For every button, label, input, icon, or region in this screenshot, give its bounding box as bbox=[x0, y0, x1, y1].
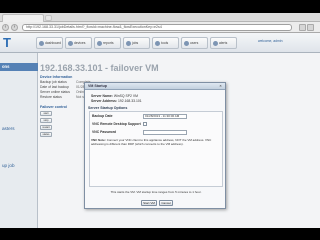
nav-reports[interactable]: reports bbox=[94, 37, 121, 49]
page-title: 192.168.33.101 - failover VM bbox=[40, 63, 159, 73]
main-nav: dashboard devices reports jobs tools use… bbox=[36, 37, 237, 49]
startup-time-note: This starts the VM. VM startup time rang… bbox=[110, 190, 202, 194]
vnc-note: VNC Note: Connect your VNC client to thi… bbox=[91, 138, 212, 146]
devices-icon bbox=[68, 40, 73, 46]
backup-date-label: Backup Date bbox=[92, 114, 113, 118]
nav-jobs[interactable]: jobs bbox=[123, 37, 150, 49]
stop-button[interactable]: stop bbox=[40, 118, 52, 123]
dialog-title: VM Startup bbox=[88, 84, 107, 88]
server-name-row: Server Name: WinSQ SP2 VM bbox=[91, 94, 138, 98]
start-button[interactable]: start bbox=[40, 111, 52, 116]
back-icon[interactable]: ‹ bbox=[2, 24, 9, 31]
users-icon bbox=[184, 40, 189, 46]
app-header: T dashboard devices reports jobs tools u… bbox=[0, 33, 320, 53]
status-button[interactable]: status bbox=[40, 132, 52, 137]
failover-control-heading: Failover control bbox=[40, 105, 67, 109]
sidebar-item-backup-job[interactable]: up job bbox=[2, 163, 15, 168]
start-vm-button[interactable]: Start VM bbox=[141, 200, 157, 206]
dashboard-icon bbox=[39, 40, 44, 46]
vm-startup-dialog: VM Startup × Server Name: WinSQ SP2 VM S… bbox=[84, 82, 226, 209]
new-tab-button[interactable] bbox=[45, 15, 52, 21]
browser-tab[interactable] bbox=[2, 14, 44, 22]
startup-options-heading: Server Startup Options bbox=[88, 106, 128, 110]
server-address-row: Server Address: 192.168.33.101 bbox=[91, 99, 142, 103]
wrench-icon[interactable] bbox=[307, 24, 314, 31]
reports-icon bbox=[97, 40, 102, 46]
vnc-enable-checkbox[interactable] bbox=[143, 122, 147, 126]
browser-tools bbox=[298, 24, 316, 31]
nav-alerts[interactable]: alerts bbox=[210, 37, 237, 49]
sidebar-title: ons bbox=[0, 63, 38, 71]
vnc-password-label: VNC Password bbox=[92, 130, 117, 134]
nav-users[interactable]: users bbox=[181, 37, 208, 49]
browser-tab-bar bbox=[0, 13, 320, 22]
video-letterbox-top bbox=[0, 0, 320, 13]
video-letterbox-bottom bbox=[0, 228, 320, 240]
nav-dashboard[interactable]: dashboard bbox=[36, 37, 63, 49]
sidebar: ons asters up job bbox=[0, 53, 38, 228]
user-links[interactable]: welcome, admin bbox=[258, 39, 283, 43]
screen: ‹ › http://192.168.33.31/jobDetails.html… bbox=[0, 13, 320, 228]
tools-icon bbox=[155, 40, 160, 46]
vnc-password-field[interactable] bbox=[143, 130, 187, 135]
forward-icon[interactable]: › bbox=[11, 24, 18, 31]
browser-toolbar: ‹ › http://192.168.33.31/jobDetails.html… bbox=[0, 22, 320, 33]
device-info-heading: Device Information bbox=[40, 75, 73, 79]
alerts-icon bbox=[213, 40, 218, 46]
vnc-enable-label: VNC Remote Desktop Support bbox=[92, 122, 141, 126]
sidebar-item-masters[interactable]: asters bbox=[2, 126, 15, 131]
address-bar[interactable]: http://192.168.33.31/jobDetails.html?_fl… bbox=[22, 24, 292, 31]
backup-date-select[interactable]: 01/28/2013 - 11:30:00 AM bbox=[143, 114, 187, 119]
close-icon[interactable]: × bbox=[218, 84, 223, 88]
restart-button[interactable]: restart bbox=[40, 125, 52, 130]
cancel-button[interactable]: Cancel bbox=[159, 200, 173, 206]
nav-tools[interactable]: tools bbox=[152, 37, 179, 49]
dialog-title-bar: VM Startup × bbox=[85, 83, 225, 90]
app-logo: T bbox=[3, 35, 11, 50]
page-menu-icon[interactable] bbox=[299, 24, 306, 31]
jobs-icon bbox=[126, 40, 131, 46]
nav-devices[interactable]: devices bbox=[65, 37, 92, 49]
